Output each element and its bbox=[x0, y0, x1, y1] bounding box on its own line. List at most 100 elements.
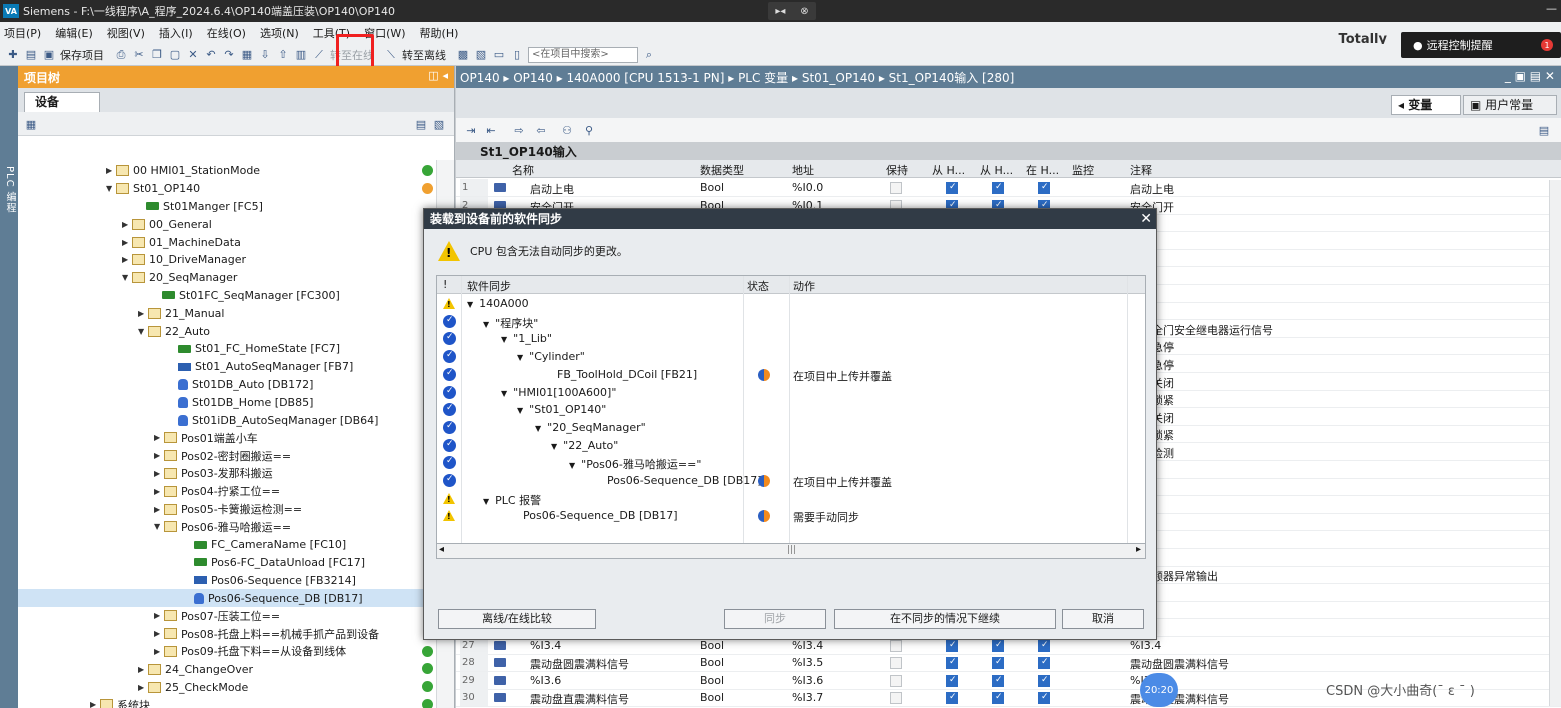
tree-item[interactable]: St01DB_Home [DB85] bbox=[18, 393, 454, 411]
cell-comment[interactable]: 震动盘圆震满料信号 bbox=[1130, 656, 1229, 672]
cell-addr[interactable]: %I0.0 bbox=[792, 181, 823, 194]
tree-item[interactable]: Pos6-FC_DataUnload [FC17] bbox=[18, 554, 454, 572]
side-task-strip[interactable]: PLC 编程 bbox=[0, 66, 18, 708]
sync-action[interactable]: 需要手动同步 bbox=[793, 509, 859, 525]
cell-comment[interactable]: %I3.4 bbox=[1130, 639, 1161, 652]
in-hmi-checkbox[interactable] bbox=[1038, 639, 1050, 652]
collapse-arrow-icon[interactable]: ▼ bbox=[483, 497, 489, 506]
cell-type[interactable]: Bool bbox=[700, 674, 724, 687]
expand-arrow-icon[interactable]: ▶ bbox=[122, 255, 132, 264]
sync-row[interactable]: ▼ 140A000 bbox=[437, 295, 1145, 313]
expand-arrow-icon[interactable]: ▶ bbox=[122, 238, 132, 247]
menu-view[interactable]: 视图(V) bbox=[107, 25, 145, 41]
sync-action[interactable]: 在项目中上传并覆盖 bbox=[793, 368, 892, 384]
tree-item[interactable]: ▶ 25_CheckMode bbox=[18, 678, 454, 696]
variable-table-scrollbar[interactable] bbox=[1549, 180, 1561, 706]
tree-item[interactable]: ▶ Pos03-发那科搬运 bbox=[18, 465, 454, 483]
tree-item[interactable]: ▼ 20_SeqManager bbox=[18, 269, 454, 287]
cell-type[interactable]: Bool bbox=[700, 639, 724, 652]
col-retain[interactable]: 保持 bbox=[886, 162, 908, 178]
details-view-icon[interactable]: ▤ bbox=[414, 117, 428, 131]
go-offline-button[interactable]: 转至离线 bbox=[402, 47, 446, 63]
delete-icon[interactable]: ✕ bbox=[186, 48, 200, 62]
tree-item[interactable]: ▶ 00 HMI01_StationMode bbox=[18, 162, 454, 180]
expand-arrow-icon[interactable]: ▶ bbox=[138, 665, 148, 674]
search-go-icon[interactable]: ⌕ bbox=[642, 48, 656, 62]
expand-arrow-icon[interactable]: ▶ bbox=[154, 433, 164, 442]
in-hmi-checkbox[interactable] bbox=[1038, 692, 1050, 705]
from-hmi-2-checkbox[interactable] bbox=[992, 182, 1004, 194]
collapse-arrow-icon[interactable]: ▼ bbox=[138, 327, 148, 336]
collapse-arrow-icon[interactable]: ▼ bbox=[122, 273, 132, 282]
tree-item[interactable]: Pos06-Sequence [FB3214] bbox=[18, 571, 454, 589]
from-hmi-checkbox[interactable] bbox=[946, 657, 958, 670]
in-hmi-checkbox[interactable] bbox=[1038, 657, 1050, 670]
cross-reference-icon[interactable]: ▧ bbox=[474, 48, 488, 62]
sync-row[interactable]: ▼ "1_Lib" bbox=[437, 330, 1145, 348]
scroll-right-icon[interactable]: ▸ bbox=[1136, 544, 1141, 555]
col-monitor[interactable]: 监控 bbox=[1072, 162, 1094, 178]
expand-arrow-icon[interactable]: ▶ bbox=[154, 451, 164, 460]
tree-item[interactable]: ▶ Pos04-拧紧工位== bbox=[18, 482, 454, 500]
collapse-arrow-icon[interactable]: ▼ bbox=[535, 424, 541, 433]
in-hmi-checkbox[interactable] bbox=[1038, 182, 1050, 194]
collapse-arrow-icon[interactable]: ▼ bbox=[517, 353, 523, 362]
redo-icon[interactable]: ↷ bbox=[222, 48, 236, 62]
col-address[interactable]: 地址 bbox=[792, 162, 814, 178]
expand-arrow-icon[interactable]: ▶ bbox=[154, 487, 164, 496]
tree-item[interactable]: ▶ Pos09-托盘下料==从设备到线体 bbox=[18, 643, 454, 661]
col-status[interactable]: 状态 bbox=[747, 278, 769, 294]
upload-from-device-icon[interactable]: ⇧ bbox=[276, 48, 290, 62]
expand-arrow-icon[interactable]: ▶ bbox=[138, 683, 148, 692]
sync-row[interactable]: ▼ "HMI01[100A600]" bbox=[437, 384, 1145, 402]
save-project-button[interactable]: 保存项目 bbox=[60, 47, 104, 63]
cell-name[interactable]: 震动盘直震满料信号 bbox=[530, 691, 629, 707]
tree-item[interactable]: St01_FC_HomeState [FC7] bbox=[18, 340, 454, 358]
tree-item[interactable]: St01FC_SeqManager [FC300] bbox=[18, 287, 454, 305]
tab-user-constants[interactable]: ▣ 用户常量 bbox=[1463, 95, 1557, 115]
from-hmi-checkbox[interactable] bbox=[946, 639, 958, 652]
expand-arrow-icon[interactable]: ▶ bbox=[154, 629, 164, 638]
cell-name[interactable]: %I3.4 bbox=[530, 639, 561, 652]
col-action[interactable]: 动作 bbox=[793, 278, 815, 294]
in-hmi-checkbox[interactable] bbox=[1038, 674, 1050, 687]
menu-project[interactable]: 项目(P) bbox=[4, 25, 41, 41]
tree-item[interactable]: St01iDB_AutoSeqManager [DB64] bbox=[18, 411, 454, 429]
expand-arrow-icon[interactable]: ▶ bbox=[90, 700, 100, 708]
expand-arrow-icon[interactable]: ▶ bbox=[122, 220, 132, 229]
add-device-icon[interactable]: ▦ bbox=[24, 117, 38, 131]
sync-row[interactable]: Pos06-Sequence_DB [DB17] 需要手动同步 bbox=[437, 507, 1145, 525]
tree-item[interactable]: FC_CameraName [FC10] bbox=[18, 536, 454, 554]
tree-item[interactable]: ▶ Pos08-托盘上料==机械手抓产品到设备 bbox=[18, 625, 454, 643]
from-hmi-checkbox[interactable] bbox=[946, 182, 958, 194]
tree-item[interactable]: St01Manger [FC5] bbox=[18, 198, 454, 216]
tree-item[interactable]: ▼ 22_Auto bbox=[18, 322, 454, 340]
split-vertical-icon[interactable]: ▯ bbox=[510, 48, 524, 62]
sync-grid-hscroll[interactable]: ◂ ||| ▸ bbox=[436, 543, 1146, 559]
copy-icon[interactable]: ❐ bbox=[150, 48, 164, 62]
scroll-left-icon[interactable]: ◂ bbox=[439, 544, 444, 555]
tree-options-icon[interactable]: ▧ bbox=[432, 117, 446, 131]
collapse-arrow-icon[interactable]: ▼ bbox=[551, 442, 557, 451]
open-project-icon[interactable]: ▤ bbox=[24, 48, 38, 62]
cell-type[interactable]: Bool bbox=[700, 691, 724, 704]
undo-icon[interactable]: ↶ bbox=[204, 48, 218, 62]
collapse-arrow-icon[interactable]: ▼ bbox=[106, 184, 116, 193]
sync-row[interactable]: FB_ToolHold_DCoil [FB21] 在项目中上传并覆盖 bbox=[437, 366, 1145, 384]
menu-help[interactable]: 帮助(H) bbox=[420, 25, 459, 41]
tree-item[interactable]: ▶ 24_ChangeOver bbox=[18, 660, 454, 678]
tab-variables[interactable]: ◂ 变量 bbox=[1391, 95, 1461, 115]
tree-item[interactable]: ▶ 01_MachineData bbox=[18, 233, 454, 251]
tree-item[interactable]: Pos06-Sequence_DB [DB17] bbox=[18, 589, 454, 607]
tree-item[interactable]: ▶ Pos07-压装工位== bbox=[18, 607, 454, 625]
print-icon[interactable]: ⎙ bbox=[114, 48, 128, 62]
collapse-arrow-icon[interactable]: ▼ bbox=[501, 389, 507, 398]
from-hmi-checkbox[interactable] bbox=[946, 692, 958, 705]
sync-row[interactable]: ▼ "St01_OP140" bbox=[437, 401, 1145, 419]
compile-icon[interactable]: ▦ bbox=[240, 48, 254, 62]
tree-item[interactable]: ▶ 系统块 bbox=[18, 696, 454, 708]
from-hmi-2-checkbox[interactable] bbox=[992, 692, 1004, 705]
cell-addr[interactable]: %I3.6 bbox=[792, 674, 823, 687]
tree-item[interactable]: ▼ Pos06-雅马哈搬运== bbox=[18, 518, 454, 536]
tree-item[interactable]: St01_AutoSeqManager [FB7] bbox=[18, 358, 454, 376]
